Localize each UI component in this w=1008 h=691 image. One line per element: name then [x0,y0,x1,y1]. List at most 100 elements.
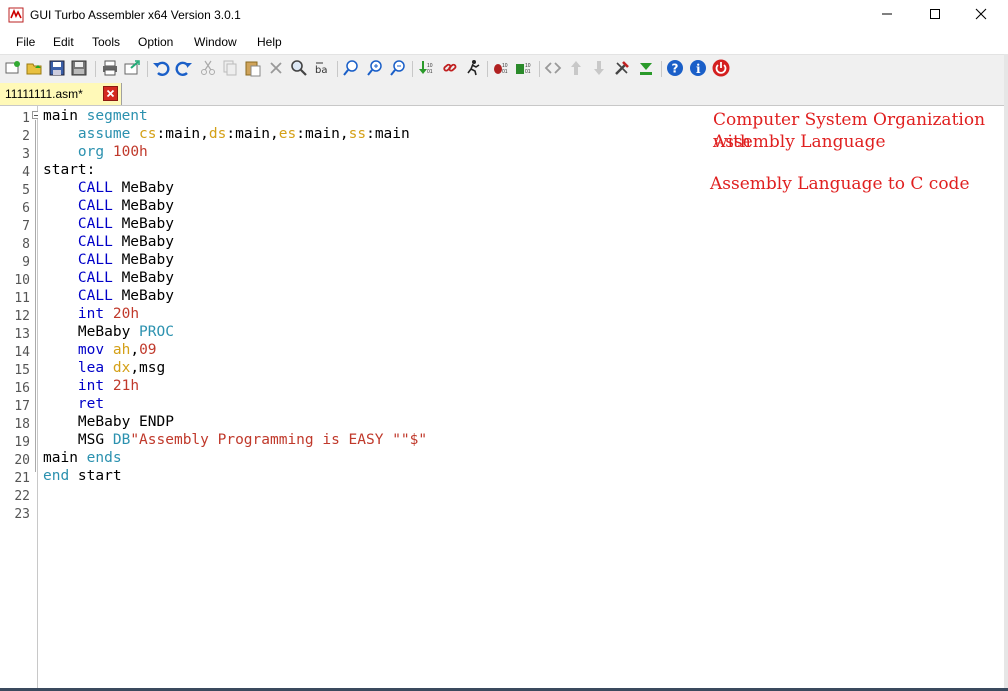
line-number: 14 [14,345,30,360]
breakpoint-button[interactable]: 10 01 [515,59,533,77]
code-token-instruction: int [77,378,105,394]
find-next-button[interactable] [342,59,360,77]
code-token-number: 21h [112,378,140,394]
menu-edit[interactable]: Edit [53,35,74,49]
line-number: 15 [14,363,30,378]
code-token-plain: MeBaby [112,216,174,232]
close-icon [975,8,987,23]
paste-button[interactable] [244,59,262,77]
code-token-register: cs [139,126,157,142]
delete-button[interactable] [267,59,285,77]
menu-bar: File Edit Tools Option Window Help [0,31,1008,53]
line-number: 18 [14,417,30,432]
new-file-button[interactable] [4,59,22,77]
code-token-plain: main [43,450,87,466]
help-icon: ? [667,60,683,76]
find-button[interactable] [290,59,308,77]
code-token-instruction: CALL [77,252,113,268]
menu-file[interactable]: File [16,35,35,49]
line-number-gutter: 1 2 3 4 5 6 7 8 9 10 11 12 13 14 15 16 17 18 19 20 21 22 23 [0,106,38,689]
line-number: 20 [14,453,30,468]
code-line: mov ah,09 [43,341,157,359]
export-button[interactable] [123,59,141,77]
assemble-button[interactable]: 10 01 [417,59,435,77]
svg-text:01: 01 [502,69,508,75]
tab-active-file[interactable]: 11111111.asm* [0,83,122,105]
save-all-icon [71,60,87,76]
menu-help[interactable]: Help [257,35,282,49]
info-button[interactable]: i [689,59,707,77]
overlay-subtitle: Assembly Language to C code [710,174,970,194]
replace-button[interactable]: ba [313,59,331,77]
maximize-button[interactable] [912,0,958,30]
code-line: int 21h [43,377,139,395]
undo-icon [153,61,170,76]
code-token-plain: start: [43,162,96,178]
save-button[interactable] [48,59,66,77]
code-line: lea dx,msg [43,359,165,377]
debug-button[interactable]: 10 01 [492,59,510,77]
minimize-button[interactable] [864,0,910,30]
close-button[interactable] [958,0,1004,30]
help-button[interactable]: ? [666,59,684,77]
code-token-plain: MeBaby [112,270,174,286]
redo-button[interactable] [175,59,193,77]
zoom-out-button[interactable] [389,59,407,77]
code-line: CALL MeBaby [43,179,174,197]
code-token-plain: MeBaby [112,288,174,304]
run-icon [467,60,480,76]
save-all-button[interactable] [70,59,88,77]
code-token-instruction: mov [77,342,105,358]
tools-button[interactable] [613,59,631,77]
svg-text:i: i [696,62,701,76]
code-line: start: [43,161,95,179]
download-button[interactable] [637,59,655,77]
code-token-directive: DB [112,432,131,448]
code-line: CALL MeBaby [43,287,174,305]
code-token-directive: org [77,144,105,160]
vertical-scrollbar[interactable] [1004,54,1008,691]
link-button[interactable] [441,59,459,77]
code-token-directive: PROC [139,324,174,340]
zoom-in-button[interactable] [366,59,384,77]
open-folder-icon [26,63,42,75]
cut-icon [201,60,215,75]
code-line: CALL MeBaby [43,269,174,287]
export-icon [124,60,140,75]
close-icon [106,89,115,98]
code-line: assume cs:main,ds:main,es:main,ss:main [43,125,410,143]
run-button[interactable] [464,59,482,77]
code-token-plain: MeBaby [43,324,140,340]
line-number: 21 [14,471,30,486]
code-token-register: es [278,126,297,142]
code-token-number: 20h [112,306,140,322]
line-number: 11 [14,291,30,306]
line-number: 16 [14,381,30,396]
tab-close-button[interactable] [103,86,118,101]
undo-button[interactable] [152,59,170,77]
print-button[interactable] [101,59,119,77]
breakpoint-icon: 1001 [516,63,531,75]
cut-button[interactable] [199,59,217,77]
move-down-button[interactable] [590,59,608,77]
copy-button[interactable] [221,59,239,77]
menu-option[interactable]: Option [138,35,173,49]
line-number: 6 [22,201,30,216]
code-token-instruction: int [77,306,105,322]
move-up-button[interactable] [567,59,585,77]
open-file-button[interactable] [26,59,44,77]
code-editor[interactable]: Computer System Organization with Assemb… [38,106,1004,689]
exit-button[interactable] [712,59,730,77]
tools-icon [615,61,629,75]
menu-tools[interactable]: Tools [92,35,120,49]
menu-window[interactable]: Window [194,35,237,49]
code-view-button[interactable] [544,59,562,77]
